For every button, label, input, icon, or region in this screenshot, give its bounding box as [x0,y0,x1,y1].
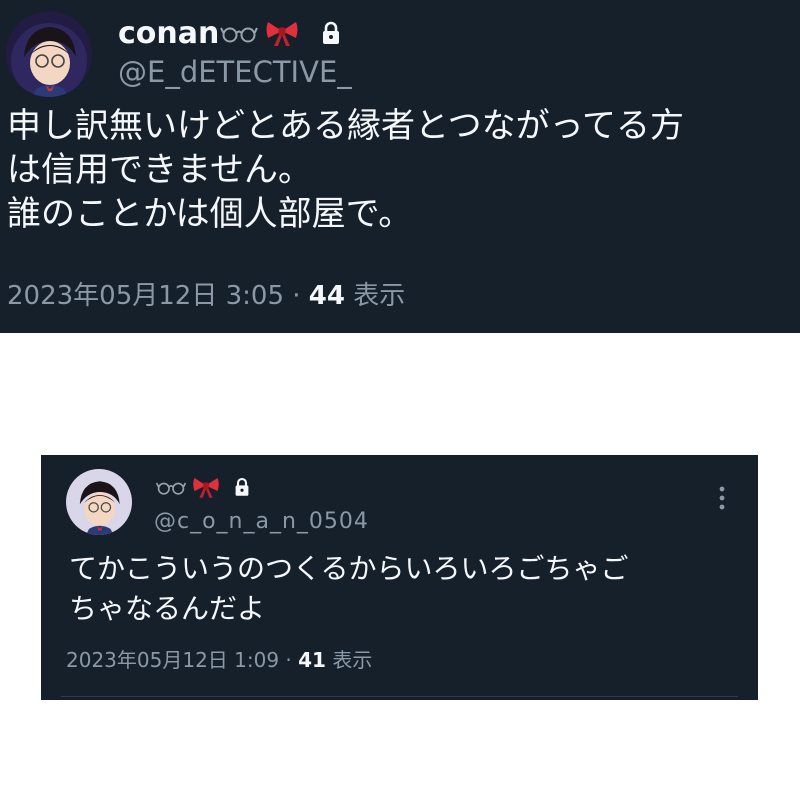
tweet-text: てかこういうのつくるからいろいろごちゃご ちゃなるんだよ [69,549,628,629]
avatar-image [6,11,92,97]
tweet-text-line: ちゃなるんだよ [69,592,266,625]
name-row: conan [118,14,341,52]
view-count-label: 表示 [325,648,373,672]
more-icon[interactable] [717,485,727,511]
user-handle[interactable]: @c_o_n_a_n_0504 [154,509,369,534]
tweet-meta: 2023年05月12日 1:09 · 41 表示 [66,644,372,673]
tweet-text-line: 申し訳無いけどとある縁者とつながってる方 [7,106,684,146]
avatar-image [66,469,132,535]
divider [61,696,738,697]
tweet-card: conan @E_dETECTIVE_ 申し訳無いけどとある縁者とつながってる方… [0,0,800,333]
lock-icon [234,477,250,497]
tweet-meta: 2023年05月12日 3:05 · 44 表示 [7,275,405,312]
tweet-text-line: てかこういうのつくるからいろいろごちゃご [69,552,629,585]
avatar[interactable] [66,469,132,535]
tweet-text: 申し訳無いけどとある縁者とつながってる方 は信用できません。 誰のことかは個人部… [7,104,684,236]
display-name[interactable]: conan [118,16,219,51]
tweet-text-line: 誰のことかは個人部屋で。 [7,194,413,234]
user-handle[interactable]: @E_dETECTIVE_ [118,55,352,89]
glasses-icon [155,479,187,495]
avatar[interactable] [6,11,92,97]
tweet-card: @c_o_n_a_n_0504 てかこういうのつくるからいろいろごちゃご ちゃな… [41,455,758,700]
name-row [155,472,250,502]
tweet-timestamp[interactable]: 2023年05月12日 1:09 · [66,648,298,672]
bow-icon [265,19,299,47]
view-count: 44 [308,281,345,311]
tweet-text-line: は信用できません。 [7,150,312,190]
bow-icon [192,475,220,499]
view-count-label: 表示 [344,281,406,311]
view-count: 41 [298,648,326,672]
glasses-icon [220,23,259,43]
lock-icon [321,21,341,45]
tweet-timestamp[interactable]: 2023年05月12日 3:05 · [7,281,309,311]
